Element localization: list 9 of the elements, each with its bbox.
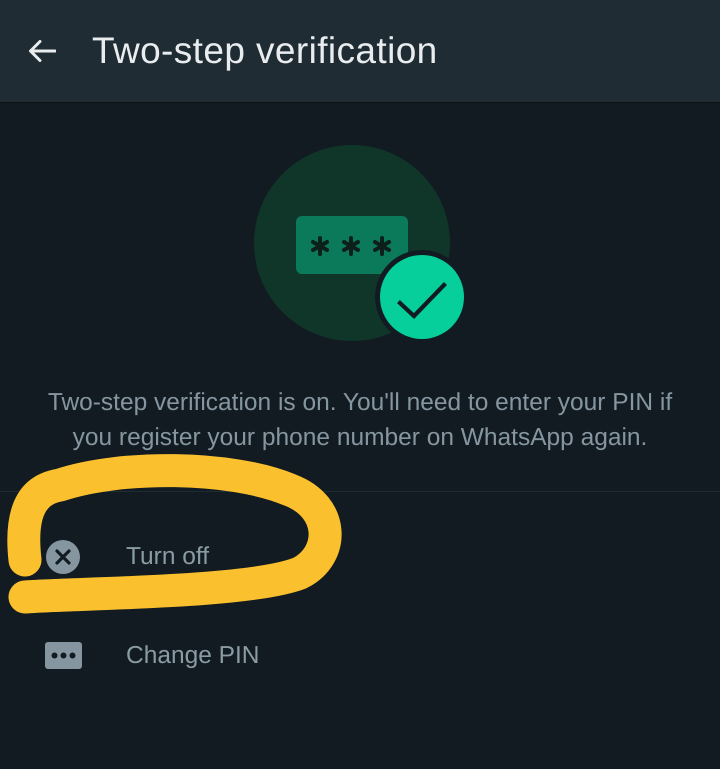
password-dots-icon (44, 642, 82, 669)
screen-title: Two-step verification (92, 30, 438, 72)
back-button[interactable] (26, 37, 58, 65)
action-item[interactable]: Turn off (0, 507, 720, 606)
close-circle-icon (46, 540, 80, 574)
password-field-icon (296, 216, 408, 274)
status-message: Two-step verification is on. You'll need to enter your PIN if you register your phone number on WhatsApp again. (46, 388, 674, 453)
back-arrow-icon (28, 39, 56, 63)
action-item[interactable]: Change PIN (0, 606, 720, 705)
